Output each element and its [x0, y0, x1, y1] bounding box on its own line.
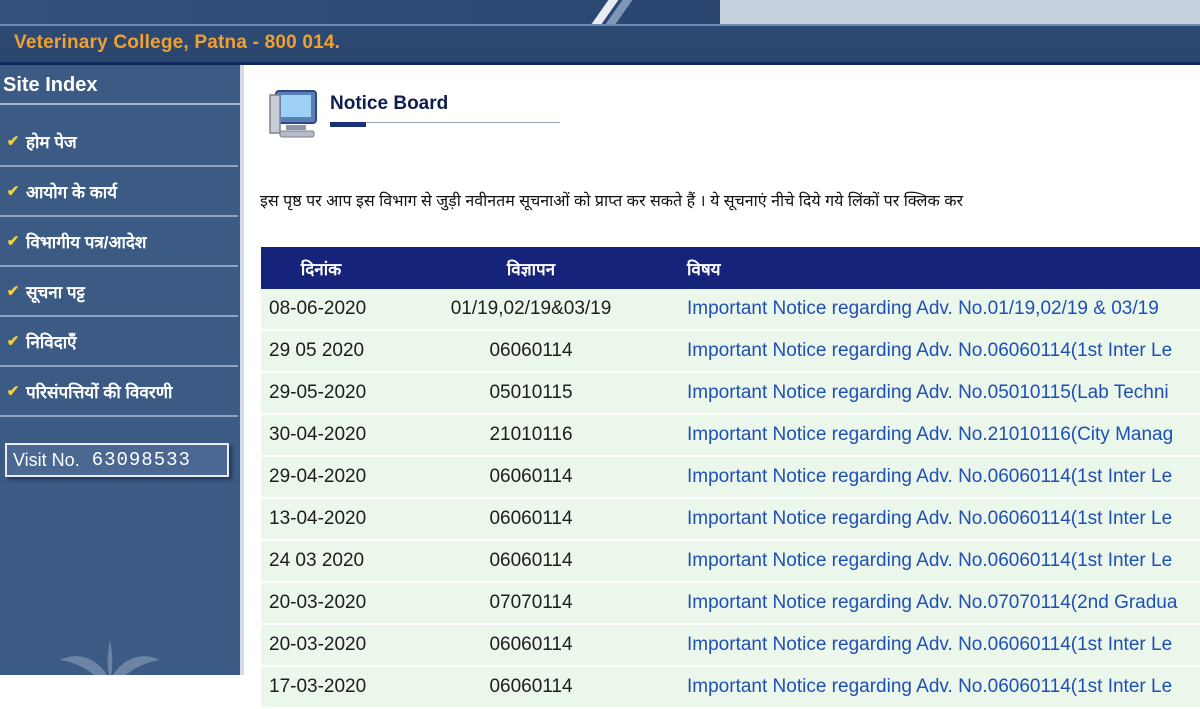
visit-number: 63098533 — [91, 449, 191, 471]
computer-icon — [269, 90, 317, 138]
intro-text: इस पृष्ठ पर आप इस विभाग से जुड़ी नवीनतम … — [260, 193, 964, 210]
row-date: 08-06-2020 — [269, 298, 367, 319]
row-adv-number: 01/19,02/19&03/19 — [450, 298, 612, 319]
row-adv-number: 06060114 — [489, 550, 573, 571]
row-date: 20-03-2020 — [269, 634, 367, 655]
checkmark-icon: ✔ — [6, 183, 20, 200]
row-date: 29 05 2020 — [269, 340, 365, 361]
sidebar-item-label: विभागीय पत्र/आदेश — [26, 232, 147, 252]
notice-link[interactable]: Important Notice regarding Adv. No.06060… — [687, 340, 1172, 361]
notice-link[interactable]: Important Notice regarding Adv. No.21010… — [687, 424, 1173, 445]
table-row: 08-06-2020 01/19,02/19&03/19 Important N… — [261, 289, 1200, 331]
notice-link[interactable]: Important Notice regarding Adv. No.06060… — [687, 676, 1172, 697]
checkmark-icon: ✔ — [6, 233, 20, 250]
sidebar-item-label: निविदाएँ — [26, 332, 77, 352]
checkmark-icon: ✔ — [6, 283, 20, 300]
sidebar-item-label: होम पेज — [26, 132, 77, 152]
column-header-subject: विषय — [687, 259, 721, 279]
visit-label: Visit No. — [13, 449, 80, 470]
page-title: Notice Board — [330, 93, 449, 114]
sidebar-item-label: सूचना पट्ट — [26, 282, 85, 302]
table-row: 13-04-2020 06060114 Important Notice reg… — [261, 499, 1200, 541]
row-date: 17-03-2020 — [269, 676, 367, 697]
checkmark-icon: ✔ — [6, 333, 20, 350]
sidebar-item-notice-board[interactable]: ✔ सूचना पट्ट — [0, 267, 238, 317]
row-adv-number: 05010115 — [489, 382, 573, 403]
notice-link[interactable]: Important Notice regarding Adv. No.06060… — [687, 466, 1172, 487]
notice-link[interactable]: Important Notice regarding Adv. No.01/19… — [687, 298, 1159, 319]
notice-link[interactable]: Important Notice regarding Adv. No.06060… — [687, 550, 1172, 571]
table-row: 29 05 2020 06060114 Important Notice reg… — [261, 331, 1200, 373]
address-bar: Veterinary College, Patna - 800 014. — [0, 24, 1200, 64]
row-date: 24 03 2020 — [269, 550, 365, 571]
notice-link[interactable]: Important Notice regarding Adv. No.06060… — [687, 634, 1172, 655]
sidebar-item-department-letters[interactable]: ✔ विभागीय पत्र/आदेश — [0, 217, 238, 267]
row-date: 20-03-2020 — [269, 592, 367, 613]
column-header-date: दिनांक — [300, 259, 342, 279]
table-header: दिनांक विज्ञापन विषय — [261, 247, 1200, 289]
sidebar-item-tenders[interactable]: ✔ निविदाएँ — [0, 317, 238, 367]
row-adv-number: 06060114 — [489, 340, 573, 361]
table-row: 24 03 2020 06060114 Important Notice reg… — [261, 541, 1200, 583]
sidebar-title: Site Index — [0, 65, 240, 105]
notice-table: दिनांक विज्ञापन विषय 08-06-2020 01/19,02… — [261, 247, 1200, 709]
row-date: 29-05-2020 — [269, 382, 367, 403]
row-adv-number: 07070114 — [489, 592, 573, 613]
row-adv-number: 06060114 — [489, 508, 573, 529]
checkmark-icon: ✔ — [6, 383, 20, 400]
row-adv-number: 06060114 — [489, 466, 573, 487]
row-date: 30-04-2020 — [269, 424, 367, 445]
notice-link[interactable]: Important Notice regarding Adv. No.05010… — [687, 382, 1169, 403]
row-date: 29-04-2020 — [269, 466, 367, 487]
column-header-advertisement: विज्ञापन — [506, 259, 556, 279]
checkmark-icon: ✔ — [6, 133, 20, 150]
decorative-leaf-icon — [60, 640, 160, 680]
row-adv-number: 06060114 — [489, 634, 573, 655]
main-content: Notice Board इस पृष्ठ पर आप इस विभाग से … — [244, 65, 1200, 709]
table-row: 17-03-2020 06060114 Important Notice reg… — [261, 667, 1200, 709]
sidebar-item-label: आयोग के कार्य — [26, 182, 118, 202]
table-row: 20-03-2020 06060114 Important Notice reg… — [261, 625, 1200, 667]
sidebar-item-home[interactable]: ✔ होम पेज — [0, 117, 238, 167]
table-row: 29-04-2020 06060114 Important Notice reg… — [261, 457, 1200, 499]
table-row: 20-03-2020 07070114 Important Notice reg… — [261, 583, 1200, 625]
sidebar-item-assets[interactable]: ✔ परिसंपत्तियों की विवरणी — [0, 367, 238, 417]
visit-counter: Visit No. 63098533 — [5, 443, 229, 477]
row-adv-number: 21010116 — [489, 424, 573, 445]
sidebar-item-label: परिसंपत्तियों की विवरणी — [26, 382, 173, 402]
top-banner — [0, 0, 1200, 24]
sidebar-item-commission-work[interactable]: ✔ आयोग के कार्य — [0, 167, 238, 217]
notice-link[interactable]: Important Notice regarding Adv. No.07070… — [687, 592, 1177, 613]
table-row: 29-05-2020 05010115 Important Notice reg… — [261, 373, 1200, 415]
college-address: Veterinary College, Patna - 800 014. — [14, 32, 341, 53]
row-date: 13-04-2020 — [269, 508, 367, 529]
sidebar-menu: ✔ होम पेज ✔ आयोग के कार्य ✔ विभागीय पत्र… — [0, 117, 238, 417]
table-row: 30-04-2020 21010116 Important Notice reg… — [261, 415, 1200, 457]
title-underline-accent — [330, 122, 366, 127]
notice-link[interactable]: Important Notice regarding Adv. No.06060… — [687, 508, 1172, 529]
sidebar: Site Index ✔ होम पेज ✔ आयोग के कार्य ✔ व… — [0, 65, 244, 680]
row-adv-number: 06060114 — [489, 676, 573, 697]
